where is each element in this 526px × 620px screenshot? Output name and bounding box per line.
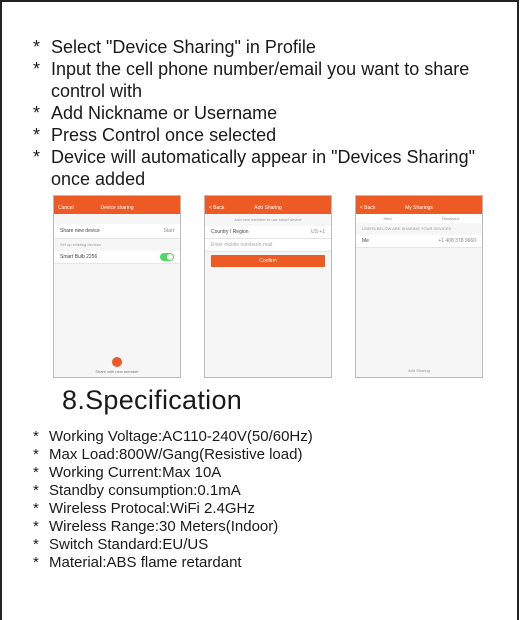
share-new-device-row[interactable]: Share new device Start (54, 224, 180, 239)
phone-header: Cancel Device sharing (54, 203, 180, 214)
asterisk-bullet: * (33, 59, 41, 79)
phone-header: < Back Add Sharing (205, 203, 331, 214)
asterisk-bullet: * (33, 482, 39, 499)
step-item: * Device will automatically appear in "De… (33, 147, 475, 189)
phone-title: Add Sharing (254, 205, 282, 211)
asterisk-bullet: * (33, 446, 39, 463)
phone-screenshots: Cancel Device sharing Share new device S… (53, 195, 483, 378)
asterisk-bullet: * (33, 500, 39, 517)
spec-item: * Material:ABS flame retardant (33, 554, 242, 571)
device-row[interactable]: Smart Bulb 2256 (54, 251, 180, 264)
phone-device-sharing: Cancel Device sharing Share new device S… (53, 195, 181, 378)
spec-item: * Wireless Protocal:WiFi 2.4GHz (33, 500, 255, 517)
step-item: * Add Nickname or Username (33, 103, 278, 123)
device-toggle[interactable] (160, 253, 174, 261)
user-row[interactable]: Me +1 408 378 9660 (356, 235, 482, 248)
phone-title: Device sharing (100, 205, 134, 211)
sharing-tabs: Sent Received (356, 214, 482, 223)
hint-text: Add new member to use smart device (234, 217, 302, 222)
asterisk-bullet: * (33, 103, 41, 123)
step-item: * Select "Device Sharing" in Profile (33, 37, 316, 57)
instruction-steps: * Select "Device Sharing" in Profile * Inp… (33, 36, 503, 190)
contact-input[interactable]: Enter mobile number/e-mail (205, 239, 331, 252)
status-bar (356, 196, 482, 203)
tab-received[interactable]: Received (419, 214, 482, 223)
step-item: * Press Control once selected (33, 125, 277, 145)
phone-add-sharing: < Back Add Sharing Add new member to use… (204, 195, 332, 378)
status-bar (205, 196, 331, 203)
asterisk-bullet: * (33, 518, 39, 535)
notice-text: USERS BELOW ARE SHARING YOUR DEVICES (362, 226, 452, 231)
asterisk-bullet: * (33, 37, 41, 57)
phone-title: My Sharings (405, 205, 433, 211)
confirm-button[interactable]: Confirm (211, 255, 325, 267)
status-bar (54, 196, 180, 203)
step-item: * Input the cell phone number/email you w… (33, 59, 470, 101)
section-label: Set up existing devices (60, 242, 101, 247)
add-sharing-button[interactable]: Add Sharing (356, 368, 482, 373)
asterisk-bullet: * (33, 147, 41, 167)
asterisk-bullet: * (33, 428, 39, 445)
asterisk-bullet: * (33, 125, 41, 145)
tab-sent[interactable]: Sent (356, 214, 419, 223)
spec-list: * Working Voltage:AC110-240V(50/60Hz) * Ma… (33, 428, 503, 572)
asterisk-bullet: * (33, 554, 39, 571)
person-icon (112, 357, 122, 367)
asterisk-bullet: * (33, 536, 39, 553)
spec-title: 8.Specification (62, 385, 243, 415)
spec-item: * Wireless Range:30 Meters(Indoor) (33, 518, 279, 535)
asterisk-bullet: * (33, 464, 39, 481)
share-member-button[interactable]: Share with new member (54, 357, 180, 374)
phone-header: < Back My Sharings (356, 203, 482, 214)
country-row[interactable]: Country / Region US +1 (205, 226, 331, 239)
spec-item: * Standby consumption:0.1mA (33, 482, 241, 499)
spec-item: * Working Voltage:AC110-240V(50/60Hz) (33, 428, 313, 445)
spec-item: * Max Load:800W/Gang(Resistive load) (33, 446, 303, 463)
spec-item: * Working Current:Max 10A (33, 464, 222, 481)
phone-my-sharings: < Back My Sharings Sent Received USERS B… (355, 195, 483, 378)
spec-item: * Switch Standard:EU/US (33, 536, 209, 553)
